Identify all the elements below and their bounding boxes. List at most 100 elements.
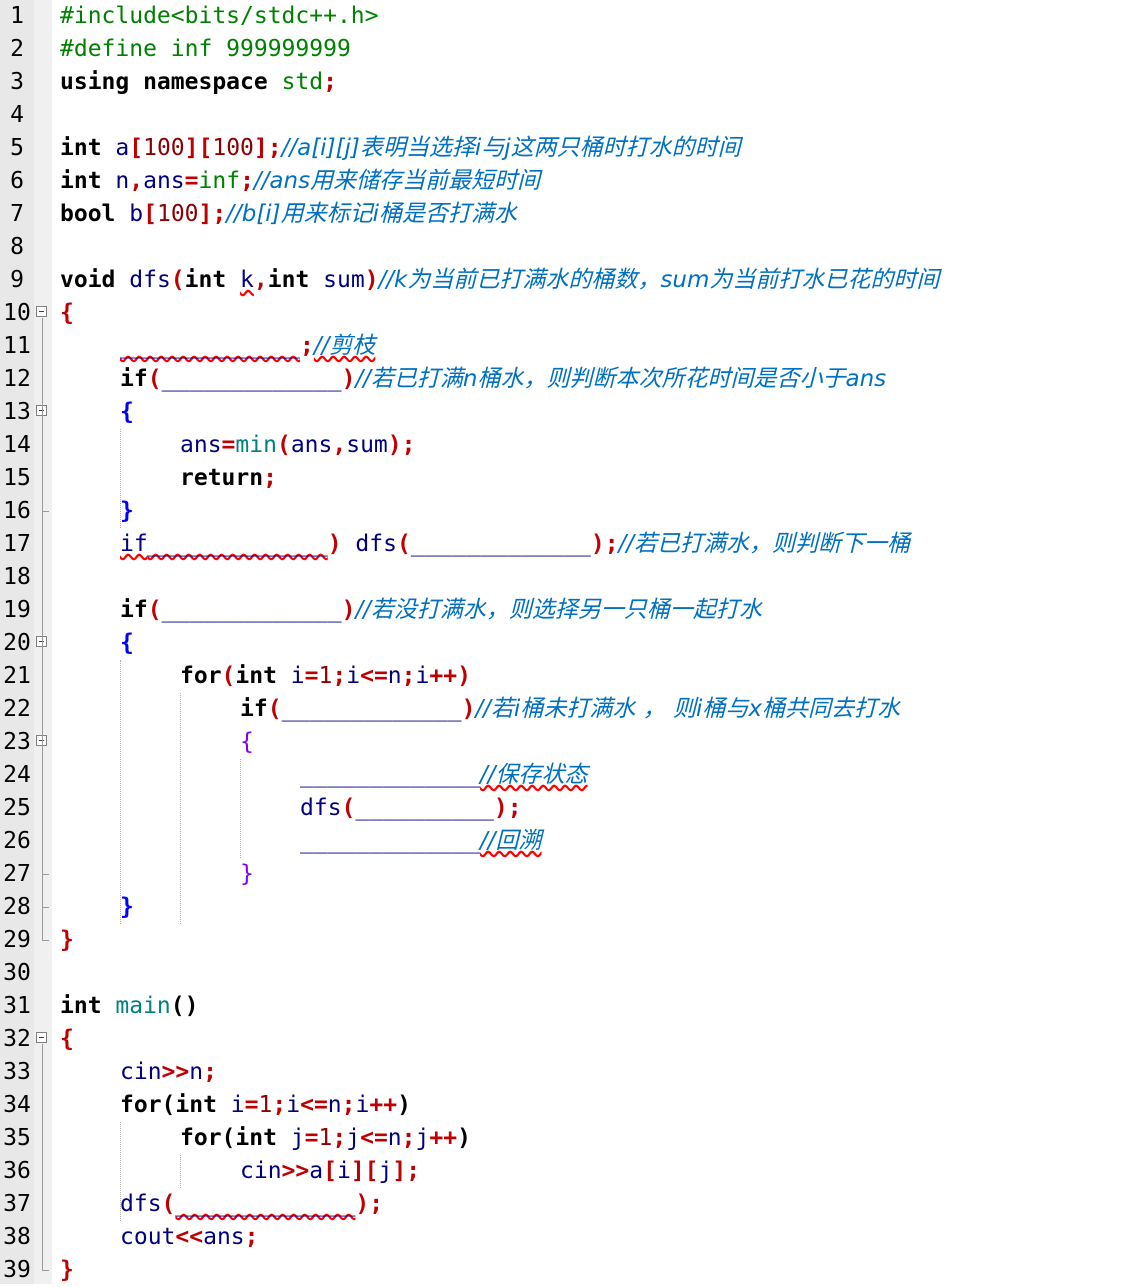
code-line[interactable]: 2 #define inf 999999999 [0,33,1123,66]
code-line[interactable]: 14 ans=min(ans,sum); [0,429,1123,462]
code-token: ; [300,333,314,359]
code-token: = [244,1092,259,1118]
code-token: _____________ [161,366,342,392]
code-token: = [221,432,236,458]
line-number: 38 [3,1224,31,1250]
code-token: 1 [258,1092,273,1118]
fold-end-marker [42,874,49,875]
code-line[interactable]: 1 #include<bits/stdc++.h> [0,0,1123,33]
code-line[interactable]: 29} [0,924,1123,957]
code-text: dfs(__________); [300,792,522,825]
code-line[interactable]: 18 [0,561,1123,594]
line-number: 29 [3,927,31,953]
code-token: n [387,1125,402,1151]
code-line[interactable]: 25 dfs(__________); [0,792,1123,825]
code-token: 100 [212,135,254,161]
code-line[interactable]: 13 { [0,396,1123,429]
code-line[interactable]: 11 _____________;//剪枝 [0,330,1123,363]
line-number: 37 [3,1191,31,1217]
code-line[interactable]: 7 bool b[100];//b[i]用来标记i桶是否打满水 [0,198,1123,231]
code-line[interactable]: 37 dfs(_____________); [0,1188,1123,1221]
code-token: ][ [350,1158,379,1184]
code-token: ; [401,1125,416,1151]
code-text: if(_____________)//若没打满水，则选择另一只桶一起打水 [120,594,762,627]
code-token: << [175,1224,204,1250]
code-token: ( [170,267,185,293]
code-token: n [387,663,402,689]
code-line[interactable]: 9 void dfs(int k,int sum)//k为当前已打满水的桶数，su… [0,264,1123,297]
code-line[interactable]: 3 using namespace std; [0,66,1123,99]
code-line[interactable]: 16} [0,495,1123,528]
code-line[interactable]: 28} [0,891,1123,924]
code-token: ); [387,432,416,458]
indent-guide [180,1155,181,1188]
indent-guide [120,1122,121,1221]
code-editor[interactable]: 1 #include<bits/stdc++.h> 2 #define inf 999… [0,0,1123,1284]
fold-toggle-icon[interactable] [36,1032,47,1043]
code-line[interactable]: 27} [0,858,1123,891]
code-line[interactable]: 24 _____________//保存状态 [0,759,1123,792]
code-token: ; [244,1224,259,1250]
code-line[interactable]: 15 return; [0,462,1123,495]
line-number: 24 [3,762,31,788]
code-token: 100 [156,201,199,227]
code-token: _____________ [161,597,342,623]
code-token: n [327,1092,342,1118]
code-token: k [240,267,254,293]
line-number: 4 [10,102,24,128]
code-token: i [290,663,305,689]
code-text: _____________;//剪枝 [120,330,375,363]
code-line[interactable]: 36 cin>>a[i][j]; [0,1155,1123,1188]
code-line[interactable]: 17 if_____________) dfs(_____________);//… [0,528,1123,561]
code-token: _____________ [120,333,301,359]
code-text: { [240,726,254,759]
code-line[interactable]: 19 if(_____________)//若没打满水，则选择另一只桶一起打水 [0,594,1123,627]
line-number: 31 [3,993,31,1019]
code-line[interactable]: 23 { [0,726,1123,759]
code-text: } [120,891,134,924]
code-token: ( [221,663,236,689]
code-token: ; [272,1092,287,1118]
line-number: 19 [3,597,31,623]
code-token: <= [300,1092,328,1118]
code-line[interactable]: 22 if(_____________)//若i桶未打满水 ， 则i桶与x桶共同去… [0,693,1123,726]
fold-toggle-icon[interactable] [36,306,47,317]
code-token: _____________ [300,828,481,854]
code-line[interactable]: 31 int main() [0,990,1123,1023]
indent-guide [120,429,121,528]
indent-guide [240,759,241,858]
code-token: //ans用来储存当前最短时间 [253,168,541,194]
code-line[interactable]: 8 [0,231,1123,264]
code-text: _____________//回溯 [300,825,542,858]
code-text: #include<bits/stdc++.h> [60,0,379,33]
code-text: { [120,396,134,429]
code-line[interactable]: 4 [0,99,1123,132]
code-line[interactable]: 26 _____________//回溯 [0,825,1123,858]
code-text: int n,ans=inf;//ans用来储存当前最短时间 [60,165,540,198]
code-token: using namespace [60,69,282,95]
code-line[interactable]: 34 for(int i=1;i<=n;i++) [0,1089,1123,1122]
code-line[interactable]: 20 { [0,627,1123,660]
code-token: _____________ [410,531,591,557]
code-line[interactable]: 33 cin>>n; [0,1056,1123,1089]
code-line[interactable]: 10 { [0,297,1123,330]
code-text: void dfs(int k,int sum)//k为当前已打满水的桶数，sum… [60,264,939,297]
code-line[interactable]: 5 int a[100][100];//a[i][j]表明当选择i与j这两只桶时打… [0,132,1123,165]
code-token: ); [493,795,522,821]
code-line[interactable]: 38 cout<<ans; [0,1221,1123,1254]
code-token: cin [240,1158,282,1184]
code-token: dfs [129,267,171,293]
code-line[interactable]: 6 int n,ans=inf;//ans用来储存当前最短时间 [0,165,1123,198]
line-number: 11 [3,333,31,359]
code-token: ( [267,696,282,722]
code-line[interactable]: 12 if(_____________)//若已打满n桶水，则判断本次所花时间是否… [0,363,1123,396]
code-line[interactable]: 32 { [0,1023,1123,1056]
line-number: 33 [3,1059,31,1085]
code-line[interactable]: 30 [0,957,1123,990]
code-token: //k为当前已打满水的桶数，sum为当前打水已花的时间 [378,267,940,293]
code-line[interactable]: 39} [0,1254,1123,1287]
code-token: //回溯 [480,828,542,854]
code-token: ++ [429,1125,458,1151]
code-line[interactable]: 21 for(int i=1;i<=n;i++) [0,660,1123,693]
code-line[interactable]: 35 for(int j=1;j<=n;j++) [0,1122,1123,1155]
